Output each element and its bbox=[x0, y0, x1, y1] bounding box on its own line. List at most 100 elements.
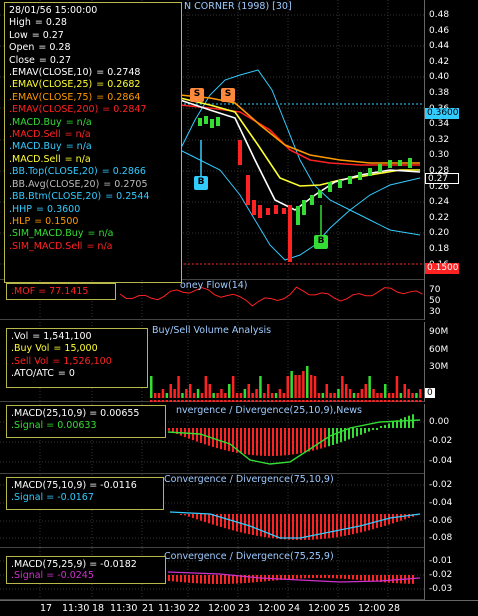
mof-box: .MOF = 77.1415 bbox=[6, 283, 116, 300]
volume-bar bbox=[341, 376, 344, 398]
macd1-histogram-bar bbox=[180, 428, 182, 436]
volume-bar bbox=[189, 384, 192, 398]
volume-baseline bbox=[189, 400, 192, 402]
volume-baseline bbox=[321, 400, 325, 402]
info-line-value: = n/a bbox=[64, 129, 91, 141]
price-candle bbox=[238, 140, 242, 165]
price-candle bbox=[328, 182, 332, 192]
volume-baseline bbox=[337, 400, 340, 402]
macd3-histogram-bar bbox=[304, 575, 306, 579]
info-line-label: High bbox=[9, 17, 31, 29]
volume-baseline bbox=[333, 400, 336, 402]
info-line-label: .SIM_MACD.Buy bbox=[9, 228, 84, 240]
macd1-histogram-bar bbox=[256, 428, 258, 456]
macd1-histogram-bar bbox=[412, 414, 414, 428]
info-line-label: Open bbox=[9, 42, 35, 54]
macd3-histogram-bar bbox=[344, 575, 346, 579]
volume-baseline bbox=[302, 400, 305, 402]
time-label: 11:30 bbox=[110, 603, 138, 614]
macd3-histogram-bar bbox=[208, 575, 210, 584]
info-line: High = 0.28 bbox=[9, 17, 177, 29]
volume-baseline bbox=[348, 400, 352, 402]
macd2-histogram-bar bbox=[264, 514, 266, 538]
info-line: .SIM_MACD.Buy = n/a bbox=[9, 228, 177, 240]
price-candle bbox=[398, 160, 402, 166]
volume-baseline bbox=[220, 400, 223, 402]
macd3-histogram-bar bbox=[360, 575, 362, 581]
macd2-histogram-bar bbox=[388, 514, 390, 525]
price-candle bbox=[198, 118, 202, 126]
volume-bar bbox=[165, 393, 169, 398]
macd3-histogram-bar bbox=[168, 575, 170, 581]
macd3-tick: -0.01 bbox=[429, 556, 453, 566]
volume-baseline bbox=[267, 400, 270, 402]
buy-signal-green: B bbox=[314, 235, 328, 249]
volume-baseline bbox=[216, 400, 219, 402]
price-tick: 0.34 bbox=[429, 119, 450, 130]
volume-bar bbox=[399, 393, 403, 398]
time-label: 12:00 bbox=[208, 603, 236, 614]
volume-info-box: .Vol = 1,541,100 .Buy Vol = 15,000 .Sell Vol… bbox=[6, 328, 148, 388]
price-candle bbox=[288, 205, 292, 262]
volume-baseline bbox=[395, 400, 399, 402]
volume-bar bbox=[380, 393, 383, 398]
mof-value: = 77.1415 bbox=[38, 286, 89, 297]
info-line-value: = n/a bbox=[65, 116, 92, 128]
buy-signal-cyan: B bbox=[194, 176, 208, 190]
macd3-histogram-bar bbox=[292, 575, 294, 579]
info-line-value: = 0.2544 bbox=[105, 191, 150, 203]
volume-bar bbox=[321, 393, 325, 398]
volume-baseline bbox=[235, 400, 239, 402]
volume-line-value: = 0 bbox=[57, 368, 75, 380]
macd3-histogram-bar bbox=[352, 575, 354, 580]
macd1-histogram-bar bbox=[364, 428, 366, 434]
volume-bar bbox=[384, 384, 387, 398]
volume-baseline bbox=[313, 400, 317, 402]
volume-bar bbox=[153, 393, 157, 398]
macd2-macd-value: = -0.0116 bbox=[89, 480, 137, 491]
volume-bar bbox=[177, 376, 180, 398]
volume-baseline bbox=[325, 400, 328, 402]
price-info-box: 28/01/56 15:00:00 High = 0.28 Low = 0.27 Ope… bbox=[4, 2, 182, 283]
hlp-badge: 0.1500 bbox=[425, 263, 459, 274]
price-tick: 0.24 bbox=[429, 197, 450, 208]
price-candle bbox=[216, 117, 220, 126]
volume-bar bbox=[200, 393, 204, 398]
macd3-histogram-bar bbox=[220, 575, 222, 584]
macd3-histogram-bar bbox=[412, 575, 414, 584]
macd1-histogram-bar bbox=[264, 428, 266, 456]
price-candle bbox=[282, 208, 286, 214]
macd1-histogram-bar bbox=[324, 428, 326, 448]
info-line-value: = 0.2866 bbox=[101, 166, 146, 178]
macd1-histogram-bar bbox=[332, 428, 334, 446]
macd1-histogram-bar bbox=[308, 428, 310, 452]
macd1-histogram-bar bbox=[304, 428, 306, 453]
volume-bar bbox=[395, 376, 399, 398]
volume-bar bbox=[333, 393, 336, 398]
macd3-macd-value: = -0.0182 bbox=[89, 559, 137, 570]
price-tick: 0.48 bbox=[429, 10, 450, 20]
volume-bar bbox=[313, 376, 317, 398]
macd3-histogram-bar bbox=[316, 575, 318, 579]
volume-bar bbox=[208, 384, 211, 398]
macd3-histogram-bar bbox=[232, 575, 234, 584]
macd3-histogram-bar bbox=[204, 575, 206, 584]
volume-bar bbox=[290, 371, 293, 398]
macd2-histogram-bar bbox=[220, 514, 222, 527]
macd2-title: Convergence / Divergence(75,10,9) bbox=[164, 474, 334, 485]
volume-bar bbox=[419, 389, 422, 398]
volume-bar bbox=[337, 389, 340, 398]
volume-bar bbox=[263, 393, 266, 398]
macd2-histogram-bar bbox=[328, 514, 330, 539]
volume-bar bbox=[204, 376, 208, 398]
volume-baseline bbox=[356, 400, 360, 402]
macd2-histogram-bar bbox=[224, 514, 226, 529]
volume-baseline bbox=[345, 400, 348, 402]
price-tick: 0.18 bbox=[429, 244, 450, 254]
volume-baseline bbox=[415, 400, 418, 402]
info-line-value: = 0.2748 bbox=[96, 67, 141, 79]
volume-baseline bbox=[407, 400, 410, 402]
macd2-histogram-bar bbox=[340, 514, 342, 537]
macd1-histogram-bar bbox=[372, 428, 374, 430]
volume-baseline bbox=[278, 400, 282, 402]
